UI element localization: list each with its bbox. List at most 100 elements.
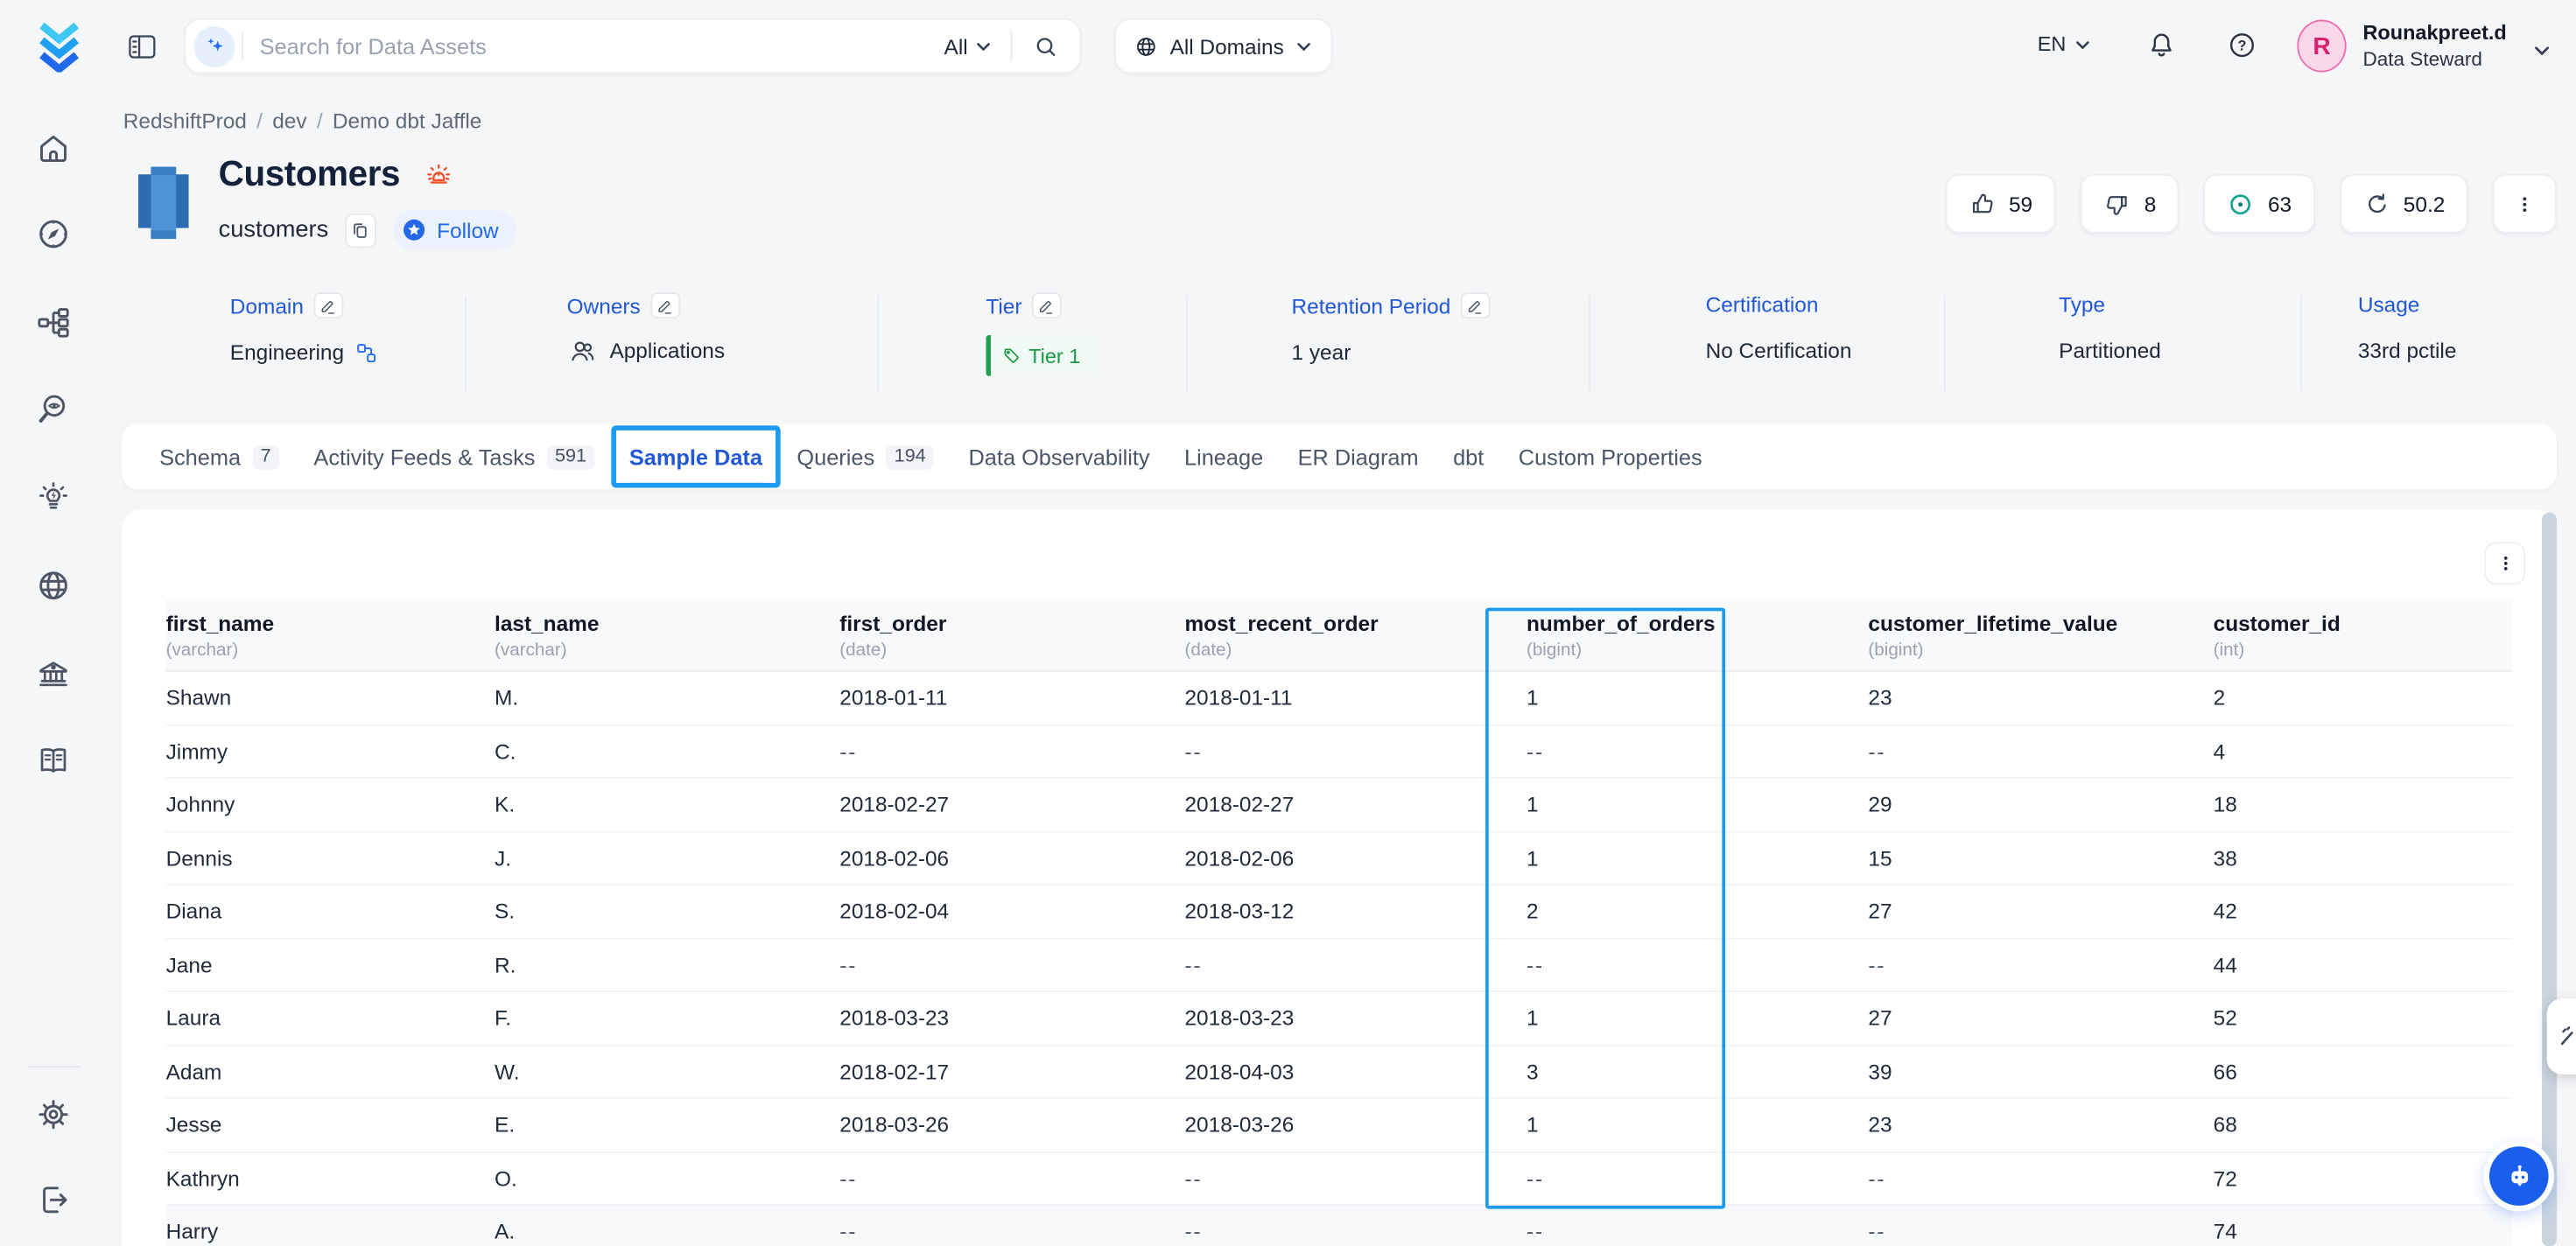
search-divider-2 [1010,32,1012,61]
sidebar-toggle-icon[interactable] [128,34,156,59]
meta-usage: Usage 33rd pctile [2358,292,2457,363]
edit-owners-pencil-icon[interactable] [650,292,680,318]
language-label: EN [2038,33,2067,56]
sidebar-governance-bank-icon[interactable] [34,655,72,693]
breadcrumb-database[interactable]: dev [272,108,306,133]
meta-divider [877,296,879,391]
edit-retention-pencil-icon[interactable] [1461,292,1491,318]
table-cell: 2 [1527,899,1868,923]
breadcrumb-separator: / [317,108,323,133]
atlan-logo-icon[interactable] [36,21,82,72]
table-cell: Jane [166,952,495,976]
copy-icon[interactable] [345,213,376,247]
edit-tier-pencil-icon[interactable] [1032,292,1062,318]
tab-schema[interactable]: Schema 7 [159,440,279,473]
search-icon[interactable] [1032,32,1060,60]
column-header-number-of-orders[interactable]: number_of_orders (bigint) [1527,610,1868,659]
page-scrollbar[interactable] [2542,513,2557,1246]
table-cell: 2018-03-23 [1184,1005,1526,1030]
table-row: KathrynO.--------72 [166,1152,2513,1206]
table-cell: 2018-02-27 [839,792,1184,816]
tab-custom-properties[interactable]: Custom Properties [1519,440,1702,473]
tab-queries[interactable]: Queries 194 [797,440,934,473]
tier-badge[interactable]: Tier 1 [986,335,1097,376]
sidebar-insights-bulb-icon[interactable] [34,480,72,517]
sidebar-logout-icon[interactable] [34,1181,72,1219]
score-button[interactable]: 63 [2204,174,2315,234]
notifications-bell-icon[interactable] [2146,30,2178,61]
meta-usage-value: 33rd pctile [2358,339,2457,363]
follow-button[interactable]: Follow [392,210,516,249]
table-cell: 2018-02-06 [839,845,1184,870]
user-avatar[interactable]: R [2297,20,2346,73]
meta-retention-value: 1 year [1292,340,1351,365]
user-group-icon [567,335,599,367]
breadcrumb: RedshiftProd / dev / Demo dbt Jaffle [123,108,482,133]
table-cell: 1 [1527,792,1868,816]
user-info[interactable]: Rounakpreet.d Data Steward [2362,21,2506,71]
tab-sample-data[interactable]: Sample Data [629,440,762,473]
tab-lineage[interactable]: Lineage [1184,440,1263,473]
tab-count-badge: 7 [252,444,279,469]
table-row: LauraF.2018-03-232018-03-2312752 [166,992,2513,1046]
table-cell: 1 [1527,1005,1868,1030]
column-header-last-name[interactable]: last_name (varchar) [495,610,839,659]
column-header-first-order[interactable]: first_order (date) [839,610,1184,659]
tab-label: dbt [1453,444,1484,469]
tab-activity-feeds[interactable]: Activity Feeds & Tasks 591 [313,440,594,473]
sidebar-discover-compass-icon[interactable] [34,215,72,253]
asset-qualified-name: customers [219,217,329,243]
announcement-alert-icon[interactable] [422,158,455,192]
ai-sparkle-icon[interactable] [194,25,235,66]
sidebar-settings-gear-icon[interactable] [34,1096,72,1133]
asset-menu-kebab-icon[interactable] [2493,174,2557,234]
target-circle-icon [2227,190,2255,218]
meta-type-value: Partitioned [2059,339,2161,363]
table-cell: -- [1527,738,1868,763]
column-header-customer-id[interactable]: customer_id (int) [2214,610,2513,659]
tab-label: ER Diagram [1298,444,1419,469]
breadcrumb-schema[interactable]: Demo dbt Jaffle [333,108,481,133]
table-row: DennisJ.2018-02-062018-02-0611538 [166,832,2513,886]
edit-domain-pencil-icon[interactable] [313,292,343,318]
popularity-button[interactable]: 50.2 [2340,174,2468,234]
sample-data-menu-kebab-icon[interactable] [2484,542,2525,584]
search-scope-dropdown[interactable]: All [944,33,993,58]
meta-owners-value[interactable]: Applications [609,339,725,363]
edge-floating-button[interactable] [2547,998,2576,1074]
table-cell: W. [495,1059,839,1083]
table-cell: A. [495,1219,839,1243]
sidebar-globe-icon[interactable] [34,567,72,605]
meta-domain-value[interactable]: Engineering [230,340,344,365]
table-cell: -- [1184,952,1526,976]
meta-domain-label: Domain [230,293,304,318]
help-icon[interactable]: ? [2227,30,2258,61]
tab-data-observability[interactable]: Data Observability [969,440,1150,473]
column-header-most-recent-order[interactable]: most_recent_order (date) [1184,610,1526,659]
user-menu-chevron-icon[interactable] [2532,41,2552,61]
upvotes-button[interactable]: 59 [1945,174,2056,234]
sidebar-observe-search-eye-icon[interactable] [34,391,72,429]
sidebar-lineage-hierarchy-icon[interactable] [34,304,72,341]
downvotes-button[interactable]: 8 [2081,174,2179,234]
global-search-input[interactable]: Search for Data Assets All [184,18,1081,74]
search-scope-label: All [944,33,968,58]
sidebar-glossary-book-icon[interactable] [34,743,72,780]
sidebar-home-icon[interactable] [34,130,72,167]
column-header-customer-lifetime-value[interactable]: customer_lifetime_value (bigint) [1868,610,2213,659]
svg-text:?: ? [2237,38,2246,54]
chatbot-button[interactable] [2489,1146,2549,1206]
all-domains-dropdown[interactable]: All Domains [1114,18,1333,74]
table-cell: -- [1868,952,2213,976]
meta-retention: Retention Period 1 year [1292,292,1491,365]
breadcrumb-connection[interactable]: RedshiftProd [123,108,247,133]
meta-tier: Tier Tier 1 [986,292,1097,376]
tab-er-diagram[interactable]: ER Diagram [1298,440,1419,473]
column-header-first-name[interactable]: first_name (varchar) [166,610,495,659]
tab-dbt[interactable]: dbt [1453,440,1484,473]
table-cell: 2018-03-26 [1184,1112,1526,1137]
table-row: DianaS.2018-02-042018-03-1222742 [166,886,2513,939]
meta-certification-label: Certification [1706,292,1819,317]
language-selector[interactable]: EN [2038,33,2093,56]
meta-type: Type Partitioned [2059,292,2161,363]
